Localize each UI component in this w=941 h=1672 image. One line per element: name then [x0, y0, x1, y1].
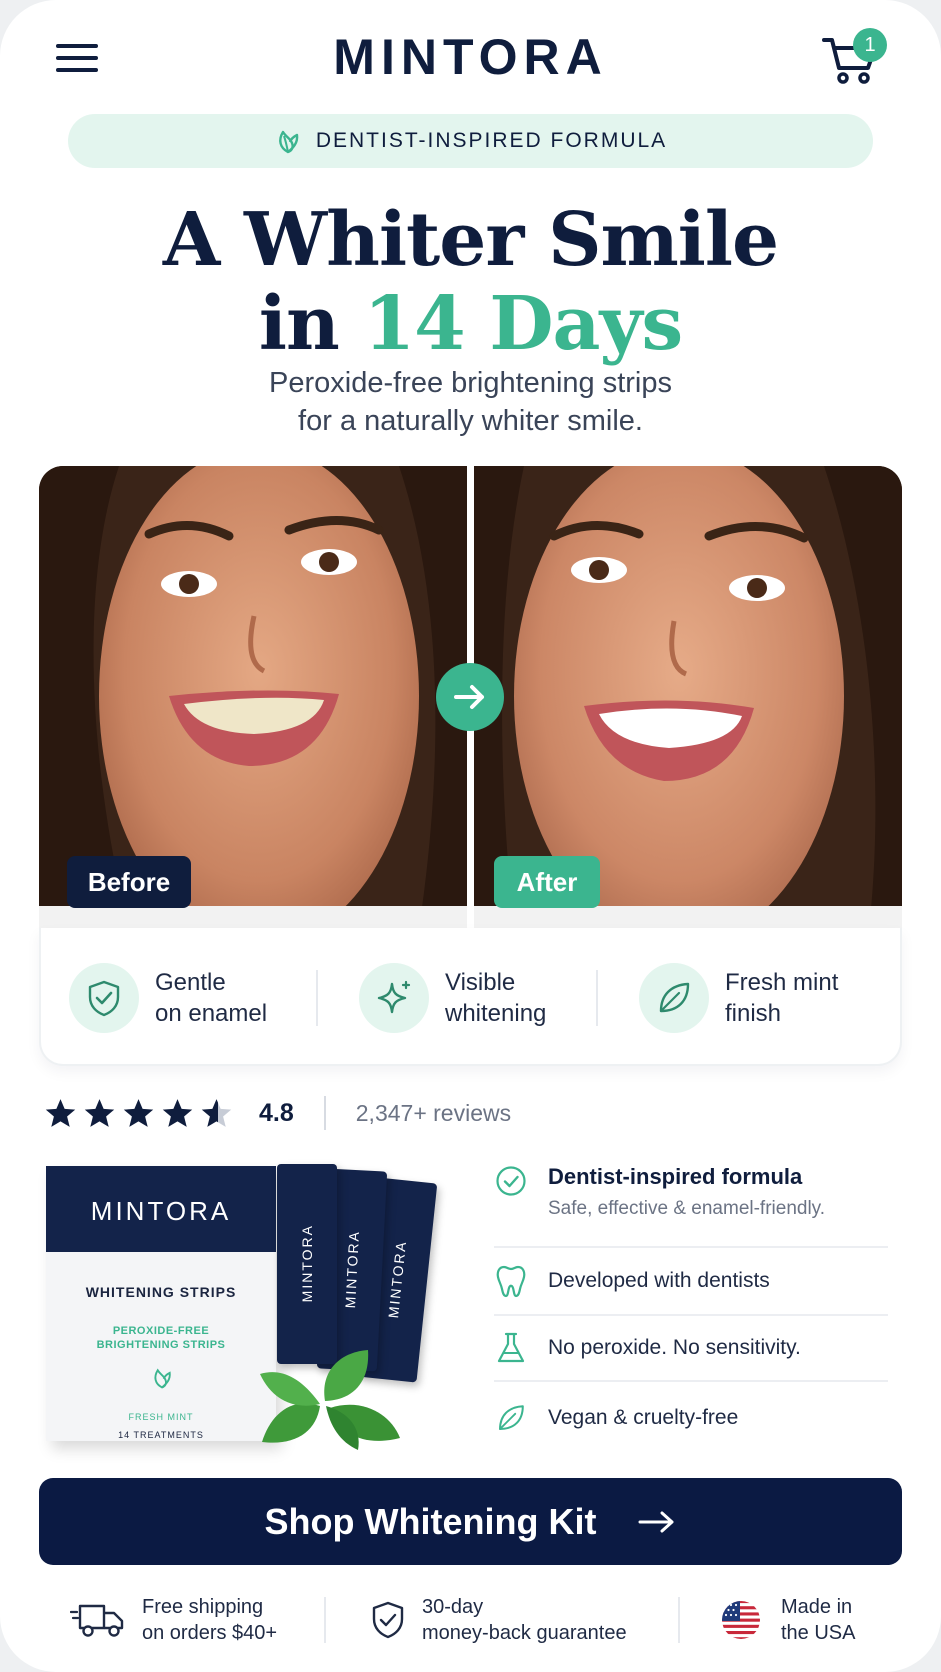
- shop-whitening-kit-button[interactable]: Shop Whitening Kit: [39, 1478, 902, 1565]
- benefit-divider: [316, 970, 318, 1026]
- product-box-title: WHITENING STRIPS: [85, 1284, 237, 1300]
- product-page: MINTORA 1 DENTIST-INSPIRED FORMULA A Whi…: [0, 0, 941, 1672]
- half-star-icon: [201, 1098, 232, 1127]
- feature-primary-subtitle: Safe, effective & enamel-friendly.: [548, 1198, 826, 1219]
- feature-dentists-label: Developed with dentists: [548, 1269, 770, 1292]
- feature-vegan: Vegan & cruelty-free: [494, 1382, 888, 1454]
- trust-divider: [324, 1597, 326, 1643]
- benefit-enamel-line1: Gentle: [155, 969, 226, 996]
- strip-sachet-label: MINTORA: [342, 1229, 363, 1309]
- product-box-brand: MINTORA: [90, 1196, 232, 1226]
- arrow-right-icon: [638, 1511, 674, 1532]
- benefit-whitening: Visible whitening: [359, 962, 546, 1034]
- before-after-comparison: Before After: [39, 466, 902, 928]
- headline-accent: 14 Days: [363, 281, 684, 367]
- headline-line-2: in 14 Days: [0, 282, 941, 366]
- product-box: MINTORA WHITENING STRIPS PEROXIDE-FREE B…: [46, 1166, 276, 1441]
- benefits-card: Gentle on enamel Visible whitening Fresh…: [39, 928, 902, 1066]
- leaf-icon: [154, 1368, 171, 1389]
- subhead-line-2: for a naturally whiter smile.: [298, 405, 643, 437]
- star-icon: [123, 1098, 154, 1127]
- product-box-flavor: FRESH MINT: [128, 1412, 194, 1422]
- shield-check-icon: [372, 1601, 404, 1639]
- sparkle-icon: [359, 963, 429, 1033]
- rating-summary[interactable]: 4.8 2,347+ reviews: [44, 1093, 511, 1133]
- star-icon: [84, 1098, 115, 1127]
- product-box-subtitle-line2: BRIGHTENING STRIPS: [96, 1339, 226, 1351]
- flask-icon: [494, 1331, 528, 1365]
- headline-line-1: A Whiter Smile: [162, 197, 779, 283]
- feature-no-peroxide-label: No peroxide. No sensitivity.: [548, 1336, 801, 1359]
- check-circle-icon: [494, 1164, 528, 1198]
- trust-divider: [678, 1597, 680, 1643]
- hero-subheadline: Peroxide-free brightening strips for a n…: [0, 364, 941, 440]
- leaf-icon: [494, 1401, 528, 1435]
- guarantee-line1: 30-day: [422, 1596, 484, 1618]
- us-flag-icon: [722, 1601, 760, 1639]
- benefit-enamel-line2: on enamel: [155, 1000, 268, 1027]
- leaf-icon: [639, 963, 709, 1033]
- strip-sachet-label: MINTORA: [299, 1224, 315, 1303]
- trust-made-in-usa: Made in the USA: [721, 1592, 855, 1648]
- rating-score: 4.8: [259, 1098, 294, 1127]
- strip-sachet: MINTORA: [277, 1164, 337, 1364]
- delivery-truck-icon: [70, 1604, 124, 1637]
- formula-badge: DENTIST-INSPIRED FORMULA: [68, 114, 873, 168]
- product-box-treatments: 14 TREATMENTS: [118, 1430, 204, 1440]
- feature-vegan-label: Vegan & cruelty-free: [548, 1406, 739, 1429]
- feature-primary: Dentist-inspired formula Safe, effective…: [494, 1164, 888, 1234]
- benefit-enamel: Gentle on enamel: [69, 962, 267, 1034]
- hero-headline: A Whiter Smile in 14 Days: [0, 198, 941, 366]
- leaf-icon: [278, 130, 299, 154]
- top-nav: MINTORA 1: [0, 0, 941, 110]
- benefit-mint-line2: finish: [725, 1000, 782, 1027]
- subhead-line-1: Peroxide-free brightening strips: [269, 367, 672, 399]
- benefit-mint: Fresh mint finish: [639, 962, 838, 1034]
- trust-guarantee: 30-day money-back guarantee: [370, 1592, 627, 1648]
- benefit-whitening-line1: Visible: [445, 969, 516, 996]
- shipping-line2: on orders $40+: [142, 1622, 278, 1644]
- product-box-subtitle-line1: PEROXIDE-FREE: [112, 1325, 210, 1337]
- origin-line1: Made in: [781, 1596, 853, 1618]
- feature-no-peroxide: No peroxide. No sensitivity.: [494, 1316, 888, 1380]
- feature-list: Dentist-inspired formula Safe, effective…: [494, 1164, 888, 1454]
- benefit-mint-line1: Fresh mint: [725, 969, 839, 996]
- cta-label: Shop Whitening Kit: [264, 1500, 597, 1542]
- guarantee-line2: money-back guarantee: [422, 1622, 627, 1644]
- product-box-subtitle: PEROXIDE-FREE BRIGHTENING STRIPS: [46, 1324, 276, 1352]
- rating-divider: [323, 1096, 326, 1130]
- cart-count-badge: 1: [853, 28, 887, 62]
- benefit-whitening-line2: whitening: [445, 1000, 547, 1027]
- star-icon: [45, 1098, 76, 1127]
- shield-check-icon: [69, 963, 139, 1033]
- mint-leaves-icon: [260, 1350, 400, 1450]
- tooth-icon: [494, 1264, 528, 1298]
- benefit-divider: [596, 970, 598, 1026]
- feature-dentists: Developed with dentists: [494, 1248, 888, 1314]
- review-count[interactable]: 2,347+ reviews: [356, 1100, 511, 1127]
- trust-free-shipping: Free shipping on orders $40+: [70, 1592, 277, 1648]
- arrow-right-icon[interactable]: [436, 663, 504, 731]
- feature-primary-title: Dentist-inspired formula: [548, 1164, 803, 1189]
- after-label: After: [494, 856, 600, 908]
- brand-logo[interactable]: MINTORA: [0, 28, 941, 86]
- star-rating: [44, 1097, 233, 1130]
- origin-line2: the USA: [781, 1622, 856, 1644]
- star-icon: [162, 1098, 193, 1127]
- strip-sachet-label: MINTORA: [385, 1239, 410, 1319]
- formula-badge-label: DENTIST-INSPIRED FORMULA: [315, 129, 668, 152]
- shipping-line1: Free shipping: [142, 1596, 264, 1618]
- before-label: Before: [67, 856, 191, 908]
- headline-prefix: in: [258, 281, 364, 367]
- product-image: MINTORA WHITENING STRIPS PEROXIDE-FREE B…: [22, 1150, 452, 1450]
